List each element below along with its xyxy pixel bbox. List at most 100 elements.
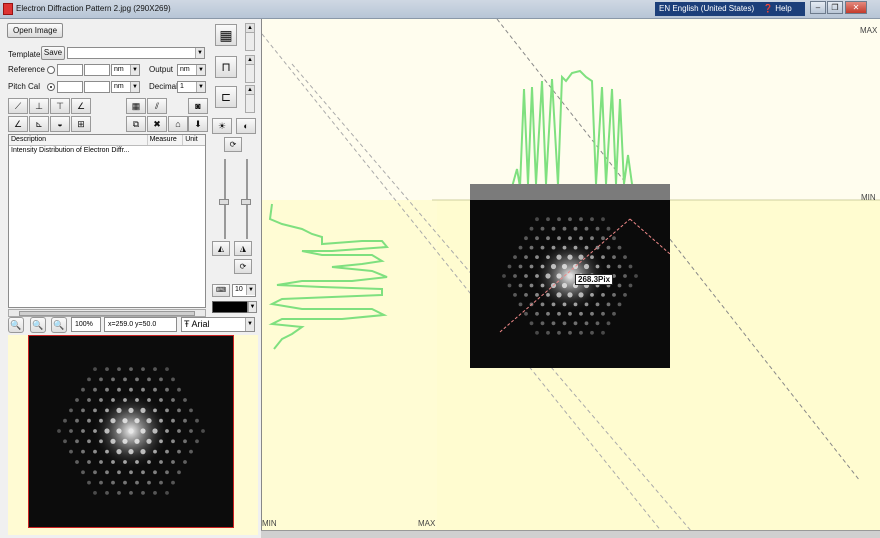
title-bar: Electron Diffraction Pattern 2.jpg (290X… bbox=[0, 0, 880, 19]
hprofile-scrollbar[interactable]: ▲ bbox=[245, 55, 255, 83]
parallel-tool-icon[interactable]: ⊤ bbox=[50, 98, 70, 114]
pitch-cal-radio[interactable] bbox=[47, 83, 55, 91]
pitch-field-1[interactable] bbox=[57, 81, 83, 93]
home-icon[interactable]: ⌂ bbox=[168, 116, 188, 132]
column-header[interactable]: Description bbox=[9, 135, 148, 145]
diffraction-spot bbox=[153, 470, 157, 475]
grid-icon[interactable]: ▦ bbox=[215, 24, 237, 46]
circle-tool-icon[interactable]: ◒ bbox=[50, 116, 70, 132]
pitch-unit-select[interactable]: nm ▼ bbox=[111, 81, 140, 93]
max-top-label: MAX bbox=[860, 26, 878, 35]
output-unit-select[interactable]: nm ▼ bbox=[177, 64, 206, 76]
reference-field-2[interactable] bbox=[84, 64, 110, 76]
table-header: Description Measure Unit bbox=[9, 135, 205, 146]
diffraction-spot bbox=[177, 470, 181, 475]
diffraction-spot bbox=[69, 408, 73, 413]
diffraction-spot bbox=[595, 321, 600, 326]
perpendicular-tool-icon[interactable]: ⊾ bbox=[29, 116, 49, 132]
vertical-profile-icon[interactable]: ⊏ bbox=[215, 86, 237, 108]
table-scrollbar[interactable] bbox=[8, 309, 206, 317]
grid-scrollbar[interactable]: ▲ bbox=[245, 23, 255, 51]
table-row[interactable]: Intensity Distribution of Electron Diffr… bbox=[9, 146, 205, 156]
diffraction-spot bbox=[551, 321, 556, 326]
diffraction-spot bbox=[590, 293, 594, 297]
contrast-slider-knob[interactable] bbox=[241, 199, 251, 205]
template-select[interactable]: ▼ bbox=[67, 47, 205, 59]
diffraction-spot bbox=[116, 407, 122, 413]
decimal-select[interactable]: 1 ▼ bbox=[177, 81, 206, 93]
diffraction-spot bbox=[529, 245, 534, 250]
diffraction-spot bbox=[590, 255, 594, 259]
pitch-field-2[interactable] bbox=[84, 81, 110, 93]
diffraction-spot bbox=[69, 449, 73, 454]
preview-image[interactable] bbox=[28, 335, 234, 528]
rotate-icon[interactable]: ⟳ bbox=[234, 259, 252, 274]
color-dropdown[interactable]: ▼ bbox=[247, 301, 257, 313]
horizontal-profile-icon[interactable]: ⊓ bbox=[215, 56, 237, 78]
max-bottom-label: MAX bbox=[418, 519, 436, 528]
color-swatch[interactable] bbox=[212, 301, 248, 313]
camera-icon[interactable]: ◙ bbox=[188, 98, 208, 114]
flip-left-icon[interactable]: ◭ bbox=[212, 241, 230, 256]
zoom-in-icon[interactable]: 🔍 bbox=[30, 317, 46, 333]
keyboard-icon[interactable]: ⌨ bbox=[212, 284, 230, 297]
copy-icon[interactable]: ⧉ bbox=[126, 116, 146, 132]
diffraction-spot bbox=[634, 274, 638, 278]
brightness-slider-knob[interactable] bbox=[219, 199, 229, 205]
diffraction-spot bbox=[159, 377, 163, 382]
brightness-icon[interactable]: ☀ bbox=[212, 118, 232, 134]
diffraction-image[interactable] bbox=[470, 184, 670, 368]
diffraction-spot bbox=[129, 387, 133, 392]
zoom-fit-icon[interactable]: 🔍 bbox=[51, 317, 67, 333]
pitch-tool-icon[interactable]: ⊞ bbox=[71, 116, 91, 132]
language-indicator[interactable]: EN English (United States) bbox=[655, 2, 760, 16]
diffraction-spot bbox=[165, 470, 169, 475]
font-select[interactable]: Ŧ Arial ▼ bbox=[181, 317, 255, 332]
angle-tool-icon[interactable]: ∠ bbox=[71, 98, 91, 114]
minimize-button[interactable]: – bbox=[810, 1, 826, 14]
pitch-cal-label: Pitch Cal bbox=[8, 82, 41, 91]
chart-icon[interactable]: ⫽ bbox=[147, 98, 167, 114]
chevron-down-icon: ▼ bbox=[245, 318, 254, 331]
reset-icon[interactable]: ⟳ bbox=[224, 137, 242, 152]
diffraction-spot bbox=[579, 236, 583, 241]
angle-measure-icon[interactable]: ∠ bbox=[8, 116, 28, 132]
save-template-button[interactable]: Save bbox=[41, 46, 65, 60]
diffraction-spot bbox=[524, 293, 528, 297]
diffraction-spot bbox=[535, 311, 539, 316]
vprofile-scrollbar[interactable]: ▲ bbox=[245, 85, 255, 113]
help-label: Help bbox=[775, 4, 792, 13]
line-width-select[interactable]: 10 ▼ bbox=[232, 284, 256, 297]
diffraction-spot bbox=[590, 236, 594, 241]
diffraction-spot bbox=[617, 302, 622, 307]
diffraction-spot bbox=[189, 449, 193, 454]
diffraction-spot bbox=[135, 398, 139, 402]
diffraction-spot bbox=[601, 236, 605, 241]
diffraction-spot bbox=[556, 273, 562, 279]
distance-tool-icon[interactable]: ⊥ bbox=[29, 98, 49, 114]
diffraction-spot bbox=[568, 217, 572, 222]
close-button[interactable]: ✕ bbox=[845, 1, 867, 14]
reference-radio[interactable] bbox=[47, 66, 55, 74]
contrast-icon[interactable]: ◐ bbox=[236, 118, 256, 134]
open-image-button[interactable]: Open Image bbox=[7, 23, 63, 38]
help-button[interactable]: ❓ Help bbox=[760, 2, 805, 16]
delete-icon[interactable]: ✖ bbox=[147, 116, 167, 132]
decimal-label: Decimal bbox=[149, 82, 178, 91]
diffraction-spot bbox=[540, 245, 545, 250]
diffraction-spot bbox=[171, 480, 175, 485]
reference-unit-select[interactable]: nm ▼ bbox=[111, 64, 140, 76]
diffraction-spot bbox=[561, 282, 568, 289]
histogram-icon[interactable]: ▦ bbox=[126, 98, 146, 114]
column-header[interactable]: Measure bbox=[148, 135, 184, 145]
arrow-down-icon[interactable]: ⬇ bbox=[188, 116, 208, 132]
main-canvas[interactable]: 268.3Pix MAX MIN MIN MAX bbox=[261, 19, 880, 532]
restore-button[interactable]: ❐ bbox=[827, 1, 843, 14]
flip-right-icon[interactable]: ◮ bbox=[234, 241, 252, 256]
diffraction-spot bbox=[111, 398, 115, 402]
column-header[interactable]: Unit bbox=[183, 135, 205, 145]
zoom-out-icon[interactable]: 🔍 bbox=[8, 317, 24, 333]
line-tool-icon[interactable]: ⟋ bbox=[8, 98, 28, 114]
reference-field-1[interactable] bbox=[57, 64, 83, 76]
chevron-down-icon: ▼ bbox=[195, 48, 204, 58]
